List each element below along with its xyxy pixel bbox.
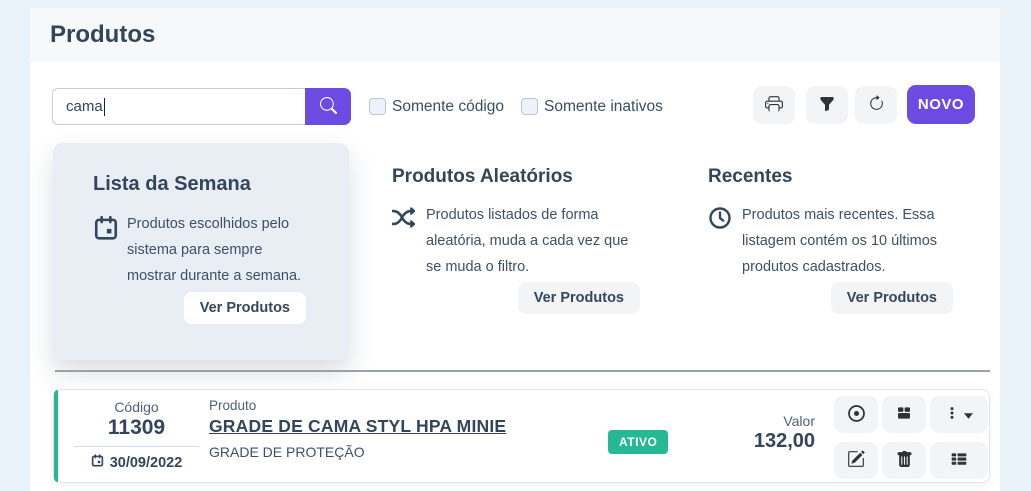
three-dots-vertical-icon — [945, 405, 959, 424]
code-value: 11309 — [74, 416, 199, 440]
only-code-checkbox[interactable] — [369, 98, 386, 115]
edit-icon — [847, 450, 865, 471]
search-input-value: cama — [66, 98, 103, 115]
details-button[interactable] — [930, 442, 988, 479]
week-list-description: Produtos escolhidos pelo sistema para se… — [127, 212, 309, 289]
value-label: Valor — [694, 413, 815, 429]
target-button[interactable] — [834, 396, 878, 433]
random-products-view-button[interactable]: Ver Produtos — [518, 282, 640, 314]
week-list-card: Lista da Semana Produtos escolhidos pelo… — [53, 143, 349, 360]
code-label: Código — [74, 399, 199, 415]
print-button[interactable] — [753, 86, 795, 124]
clock-icon — [708, 203, 742, 280]
trash-icon — [896, 451, 913, 471]
random-products-title: Produtos Aleatórios — [392, 166, 640, 188]
stock-button[interactable] — [882, 396, 926, 433]
boxes-icon — [895, 404, 913, 425]
table-list-icon — [950, 450, 968, 471]
product-label: Produto — [209, 398, 506, 413]
recent-products-card: Recentes Produtos mais recentes. Essa li… — [708, 166, 953, 280]
product-row: Código 11309 30/09/2022 Produto GRADE DE… — [53, 389, 990, 483]
calendar-small-icon — [91, 454, 104, 471]
printer-icon — [765, 95, 783, 116]
product-date: 30/09/2022 — [110, 455, 183, 471]
only-code-label: Somente código — [392, 98, 504, 115]
text-cursor — [104, 98, 106, 116]
search-input[interactable]: cama — [52, 88, 305, 125]
more-options-button[interactable] — [930, 396, 988, 433]
random-products-description: Produtos listados de forma aleatória, mu… — [426, 203, 636, 280]
new-product-button[interactable]: NOVO — [907, 85, 975, 124]
value-block: Valor 132,00 — [694, 413, 815, 453]
section-divider — [55, 370, 990, 372]
week-list-title: Lista da Semana — [93, 173, 349, 196]
recent-products-description: Produtos mais recentes. Essa listagem co… — [742, 203, 942, 280]
record-circle-icon — [847, 404, 866, 426]
random-products-card: Produtos Aleatórios Produtos listados de… — [392, 166, 640, 280]
recent-products-title: Recentes — [708, 166, 953, 188]
row-actions — [834, 396, 988, 479]
delete-button[interactable] — [882, 442, 926, 479]
calendar-icon — [93, 212, 127, 289]
filter-button[interactable] — [806, 86, 848, 124]
only-inactive-checkbox[interactable] — [521, 98, 538, 115]
main-content: Produtos cama Somente código Somente ina… — [30, 8, 1000, 491]
status-badge: ATIVO — [608, 430, 668, 454]
week-list-view-button[interactable]: Ver Produtos — [184, 292, 306, 324]
refresh-button[interactable] — [855, 86, 897, 124]
product-description: GRADE DE PROTEÇÃO — [209, 444, 506, 460]
funnel-icon — [819, 96, 835, 115]
product-info: Produto GRADE DE CAMA STYL HPA MINIE GRA… — [209, 398, 506, 460]
page-header: Produtos — [30, 8, 1000, 62]
code-block: Código 11309 30/09/2022 — [74, 399, 199, 471]
edit-button[interactable] — [834, 442, 878, 479]
page-title: Produtos — [50, 21, 155, 49]
row-status-bar — [54, 390, 58, 482]
search-icon — [320, 97, 337, 117]
caret-down-icon — [964, 407, 973, 422]
code-divider — [74, 446, 199, 447]
value-amount: 132,00 — [694, 430, 815, 453]
search-button[interactable] — [305, 88, 351, 125]
refresh-icon — [868, 95, 885, 115]
only-inactive-label: Somente inativos — [544, 98, 663, 115]
recent-products-view-button[interactable]: Ver Produtos — [831, 282, 953, 314]
product-name-link[interactable]: GRADE DE CAMA STYL HPA MINIE — [209, 416, 506, 437]
shuffle-icon — [392, 203, 426, 280]
